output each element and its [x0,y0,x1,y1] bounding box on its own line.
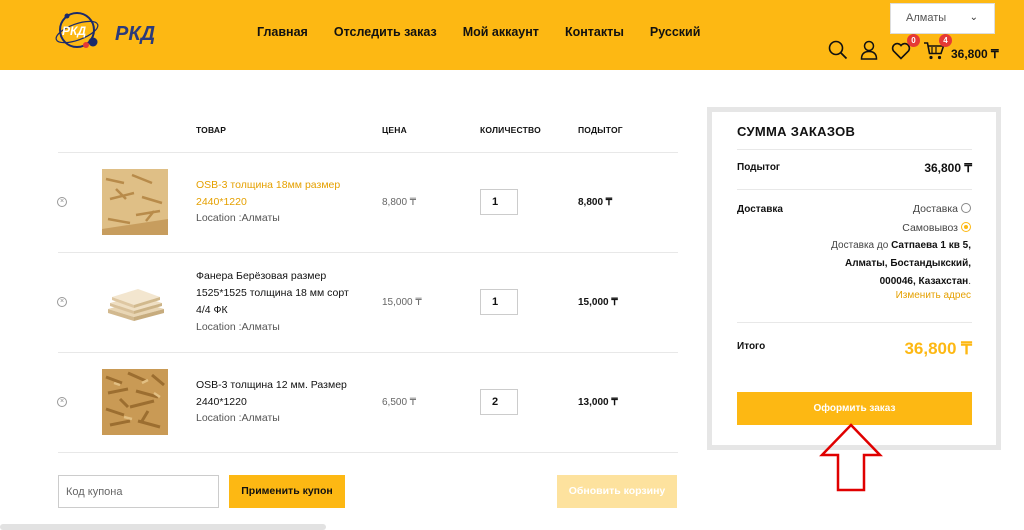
product-price: 6,500 ₸ [382,397,417,408]
col-header-price: ЦЕНА [382,125,407,135]
summary-total-label: Итого [737,341,766,352]
product-name-link[interactable]: OSB-3 толщина 12 мм. Размер 2440*1220 [196,377,361,411]
product-name-link[interactable]: OSB-3 толщина 18мм размер 2440*1220 [196,177,361,211]
product-name-link[interactable]: Фанера Берёзовая размер 1525*1525 толщин… [196,268,361,319]
product-subtotal: 13,000 ₸ [578,397,618,408]
horizontal-scrollbar[interactable] [0,524,326,530]
up-arrow-annotation-icon [819,423,883,492]
remove-item-icon[interactable]: × [57,197,67,207]
update-cart-button[interactable]: Обновить корзину [557,475,677,508]
change-address-link[interactable]: Изменить адрес [896,290,971,301]
divider [737,149,972,150]
shipping-option-delivery[interactable]: Доставка [913,203,971,215]
product-location: Location :Алматы [196,321,280,333]
apply-coupon-button[interactable]: Применить купон [229,475,345,508]
product-image[interactable] [102,269,168,335]
checkout-button[interactable]: Оформить заказ [737,392,972,425]
radio-selected-icon[interactable] [961,222,971,232]
cart-count-badge: 4 [939,34,952,47]
header-cart-total[interactable]: 36,800 ₸ [951,47,999,61]
col-header-product: ТОВАР [196,125,227,135]
search-icon[interactable] [828,40,848,60]
divider [58,152,678,153]
summary-shipping-label: Доставка [737,204,783,215]
ship-to-prefix: Доставка до [831,240,889,251]
shipping-option-delivery-label: Доставка [912,203,958,215]
nav-my-account[interactable]: Мой аккаунт [463,25,539,39]
quantity-input[interactable]: 1 [480,289,518,315]
summary-title: СУММА ЗАКАЗОВ [737,124,856,139]
summary-subtotal-label: Подытог [737,162,781,173]
site-header: РКД РКД Главная Отследить заказ Мой акка… [0,0,1024,70]
summary-total-value: 36,800 ₸ [904,339,972,358]
remove-item-icon[interactable]: × [57,397,67,407]
shipping-address: Доставка до Сатпаева 1 кв 5, Алматы, Бос… [831,240,971,287]
product-location: Location :Алматы [196,212,280,224]
quantity-input[interactable]: 2 [480,389,518,415]
product-subtotal: 15,000 ₸ [578,297,618,308]
main-nav: Главная Отследить заказ Мой аккаунт Конт… [257,25,726,39]
product-image[interactable] [102,369,168,435]
shipping-option-pickup-label: Самовывоз [902,222,958,234]
shipping-option-pickup[interactable]: Самовывоз [902,222,971,234]
product-location: Location :Алматы [196,412,280,424]
product-subtotal: 8,800 ₸ [578,197,613,208]
product-price: 15,000 ₸ [382,297,422,308]
divider [58,252,678,253]
user-icon[interactable] [860,40,878,60]
col-header-subtotal: ПОДЫТОГ [578,125,623,135]
city-value: Алматы [906,12,947,24]
radio-icon[interactable] [961,203,971,213]
nav-language[interactable]: Русский [650,25,701,39]
city-select[interactable]: Алматы ⌄ [890,3,995,34]
nav-contacts[interactable]: Контакты [565,25,624,39]
brand-logo[interactable]: РКД РКД [55,8,185,54]
divider [58,352,678,353]
nav-track-order[interactable]: Отследить заказ [334,25,437,39]
summary-subtotal-value: 36,800 ₸ [924,161,972,175]
chevron-down-icon: ⌄ [969,12,978,23]
divider [737,189,972,190]
brand-wordmark: РКД [115,23,155,45]
product-price: 8,800 ₸ [382,197,417,208]
svg-text:РКД: РКД [62,24,86,38]
nav-home[interactable]: Главная [257,25,308,39]
col-header-qty: КОЛИЧЕСТВО [480,125,541,135]
remove-item-icon[interactable]: × [57,297,67,307]
divider [737,322,972,323]
divider [58,452,678,453]
wishlist-count-badge: 0 [907,34,920,47]
product-image[interactable] [102,169,168,235]
quantity-input[interactable]: 1 [480,189,518,215]
coupon-input[interactable]: Код купона [58,475,219,508]
